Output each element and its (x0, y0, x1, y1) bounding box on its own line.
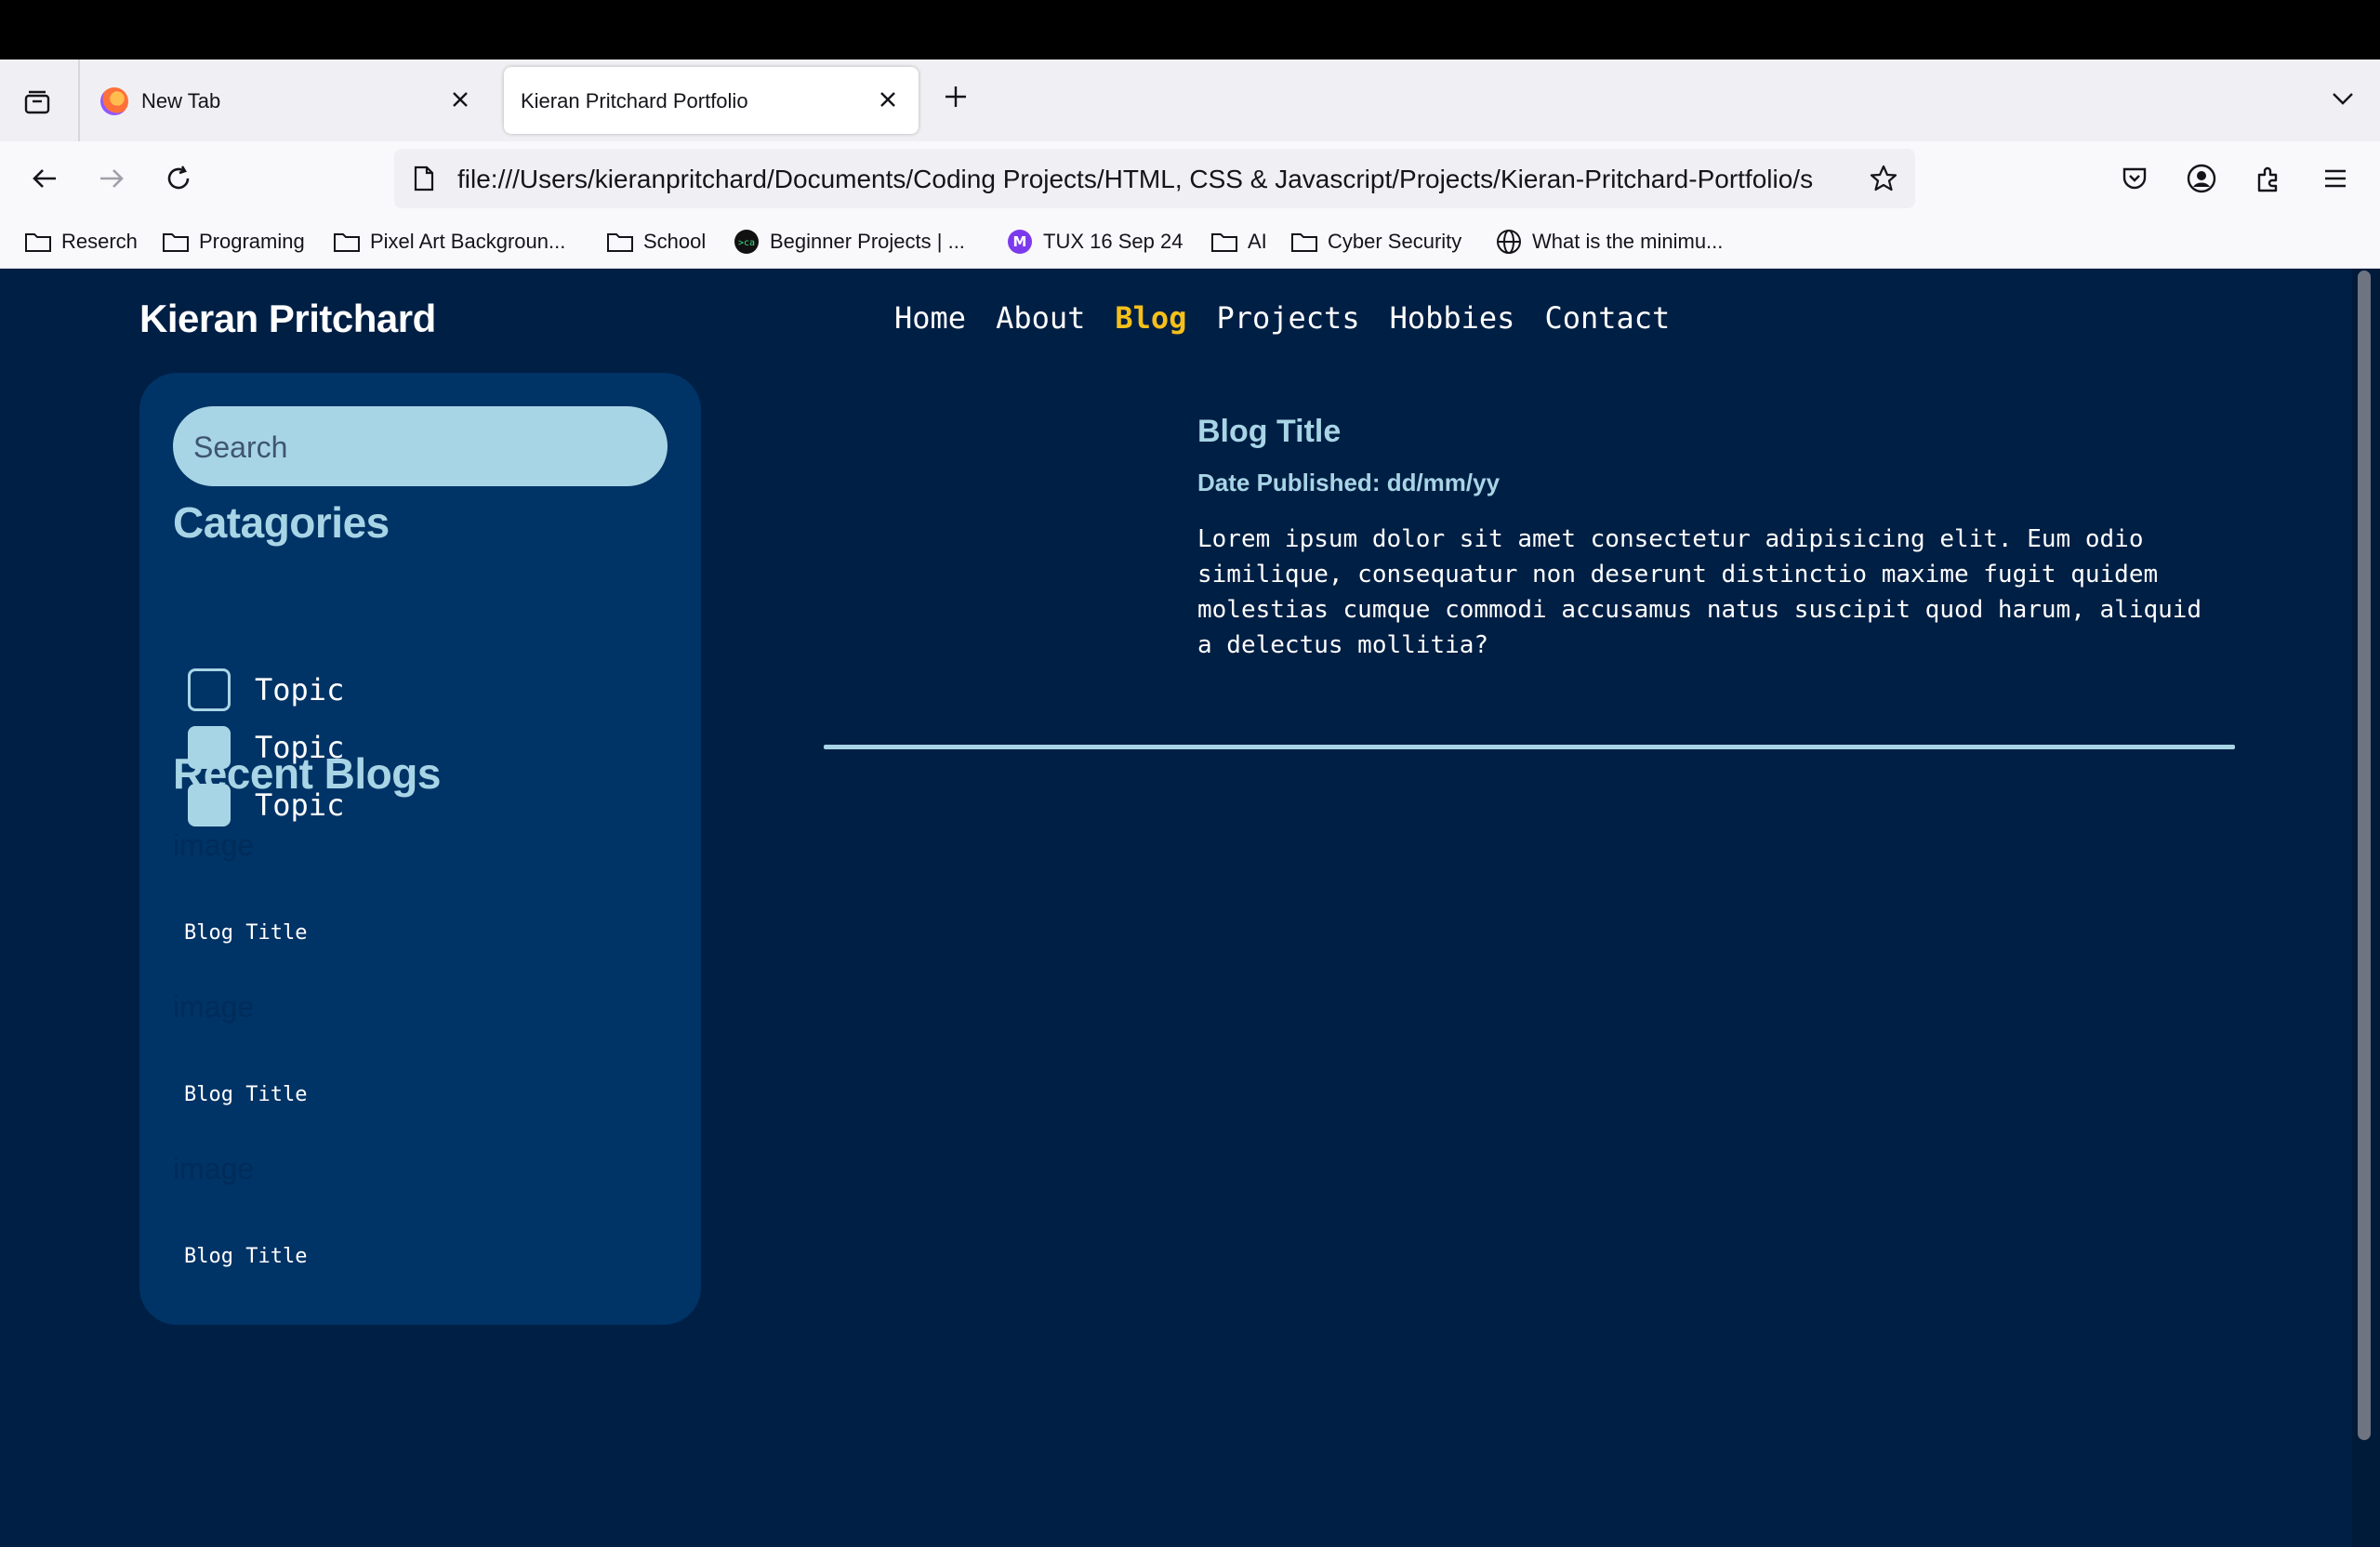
tab-portfolio[interactable]: Kieran Pritchard Portfolio (504, 67, 919, 134)
bookmark-label: Programing (199, 230, 305, 253)
recent-blog-item[interactable]: image Blog Title (173, 1152, 638, 1291)
folder-icon (162, 230, 190, 254)
bookmark-item[interactable]: Pixel Art Backgroun... (333, 227, 565, 257)
bookmark-item[interactable]: >ca Beginner Projects | ... (733, 227, 965, 257)
page-icon (409, 164, 439, 193)
bookmarks-bar: Reserch Programing Pixel Art Backgroun..… (0, 216, 2380, 269)
categories-heading: Catagories (173, 498, 390, 547)
url-text[interactable]: file:///Users/kieranpritchard/Documents/… (457, 165, 1852, 194)
blog-thumbnail: image (173, 1152, 255, 1185)
nav-link-about[interactable]: About (996, 300, 1085, 336)
firefox-icon (100, 87, 128, 115)
menu-icon[interactable] (2315, 158, 2356, 199)
svg-text:>ca: >ca (738, 238, 755, 248)
site-icon: >ca (733, 230, 760, 254)
bookmark-item[interactable]: Reserch (24, 227, 138, 257)
nav-link-home[interactable]: Home (894, 300, 966, 336)
bookmark-item[interactable]: School (606, 227, 706, 257)
tab-list-icon[interactable] (17, 82, 58, 123)
browser-toolbar: file:///Users/kieranpritchard/Documents/… (0, 141, 2380, 216)
recent-blog-item[interactable]: image Blog Title (173, 828, 638, 968)
reload-icon[interactable] (158, 158, 199, 199)
recent-blog-item[interactable]: image Blog Title (173, 990, 638, 1130)
pocket-icon[interactable] (2114, 158, 2155, 199)
svg-text:M: M (1013, 233, 1027, 250)
recent-blogs-heading: Recent Blogs (173, 749, 441, 798)
tab-divider (78, 60, 80, 141)
extensions-icon[interactable] (2248, 158, 2289, 199)
search-input[interactable] (192, 406, 671, 488)
bookmark-label: AI (1248, 230, 1267, 253)
nav-link-blog[interactable]: Blog (1115, 300, 1186, 336)
bookmark-star-icon[interactable] (1865, 160, 1902, 197)
folder-icon (333, 230, 361, 254)
os-menu-bar (0, 0, 2380, 60)
post-date: Date Published: dd/mm/yy (1197, 469, 1501, 496)
blog-thumbnail: image (173, 828, 255, 862)
category-label: Topic (255, 672, 345, 707)
folder-icon (24, 230, 52, 254)
bookmark-item[interactable]: M TUX 16 Sep 24 (1006, 227, 1183, 257)
folder-icon (606, 230, 634, 254)
blog-thumbnail: image (173, 990, 255, 1024)
category-item[interactable]: Topic (188, 667, 344, 713)
bookmark-label: Pixel Art Backgroun... (370, 230, 566, 253)
nav-link-contact[interactable]: Contact (1544, 300, 1670, 336)
bookmark-label: What is the minimu... (1532, 230, 1724, 253)
nav-link-projects[interactable]: Projects (1216, 300, 1359, 336)
bookmark-label: Beginner Projects | ... (770, 230, 965, 253)
bookmark-label: Cyber Security (1328, 230, 1462, 253)
bookmark-label: TUX 16 Sep 24 (1043, 230, 1183, 253)
address-bar[interactable]: file:///Users/kieranpritchard/Documents/… (394, 149, 1915, 208)
category-checkbox[interactable] (188, 668, 231, 711)
search-box[interactable] (173, 406, 671, 488)
recent-blog-title[interactable]: Blog Title (184, 1245, 307, 1268)
globe-icon (1495, 230, 1523, 254)
bookmark-item[interactable]: What is the minimu... (1495, 227, 1723, 257)
new-tab-button[interactable] (937, 78, 974, 115)
forward-arrow-icon[interactable] (91, 158, 132, 199)
m-icon: M (1006, 230, 1034, 254)
bookmark-label: School (643, 230, 707, 253)
back-arrow-icon[interactable] (24, 158, 65, 199)
blog-post: Blog Title Date Published: dd/mm/yy Lore… (1197, 414, 2239, 663)
site-nav: Home About Blog Projects Hobbies Contact (894, 300, 1670, 336)
post-body: Lorem ipsum dolor sit amet consectetur a… (1197, 525, 2202, 659)
site-brand[interactable]: Kieran Pritchard (139, 297, 436, 341)
bookmark-label: Reserch (61, 230, 138, 253)
blog-sidebar: Catagories Topic Topic Topic Recent Blog… (139, 373, 701, 1325)
close-icon[interactable] (874, 86, 902, 113)
scrollbar-thumb[interactable] (2358, 271, 2371, 1440)
tab-new-tab[interactable]: New Tab (86, 67, 491, 134)
folder-icon (1210, 230, 1238, 254)
browser-tab-strip: New Tab Kieran Pritchard Portfolio (0, 60, 2380, 141)
post-title[interactable]: Blog Title (1197, 414, 2239, 450)
bookmark-item[interactable]: Cyber Security (1290, 227, 1461, 257)
close-icon[interactable] (446, 86, 474, 113)
page-viewport: Kieran Pritchard Home About Blog Project… (0, 269, 2380, 1547)
chevron-down-icon[interactable] (2324, 80, 2361, 117)
folder-icon (1290, 230, 1318, 254)
recent-blog-title[interactable]: Blog Title (184, 921, 307, 945)
nav-link-hobbies[interactable]: Hobbies (1390, 300, 1515, 336)
bookmark-item[interactable]: Programing (162, 227, 305, 257)
tab-title: New Tab (141, 89, 221, 112)
recent-blog-title[interactable]: Blog Title (184, 1083, 307, 1106)
bookmark-item[interactable]: AI (1210, 227, 1267, 257)
account-icon[interactable] (2181, 158, 2222, 199)
tab-title: Kieran Pritchard Portfolio (521, 89, 748, 112)
post-divider (824, 745, 2235, 749)
